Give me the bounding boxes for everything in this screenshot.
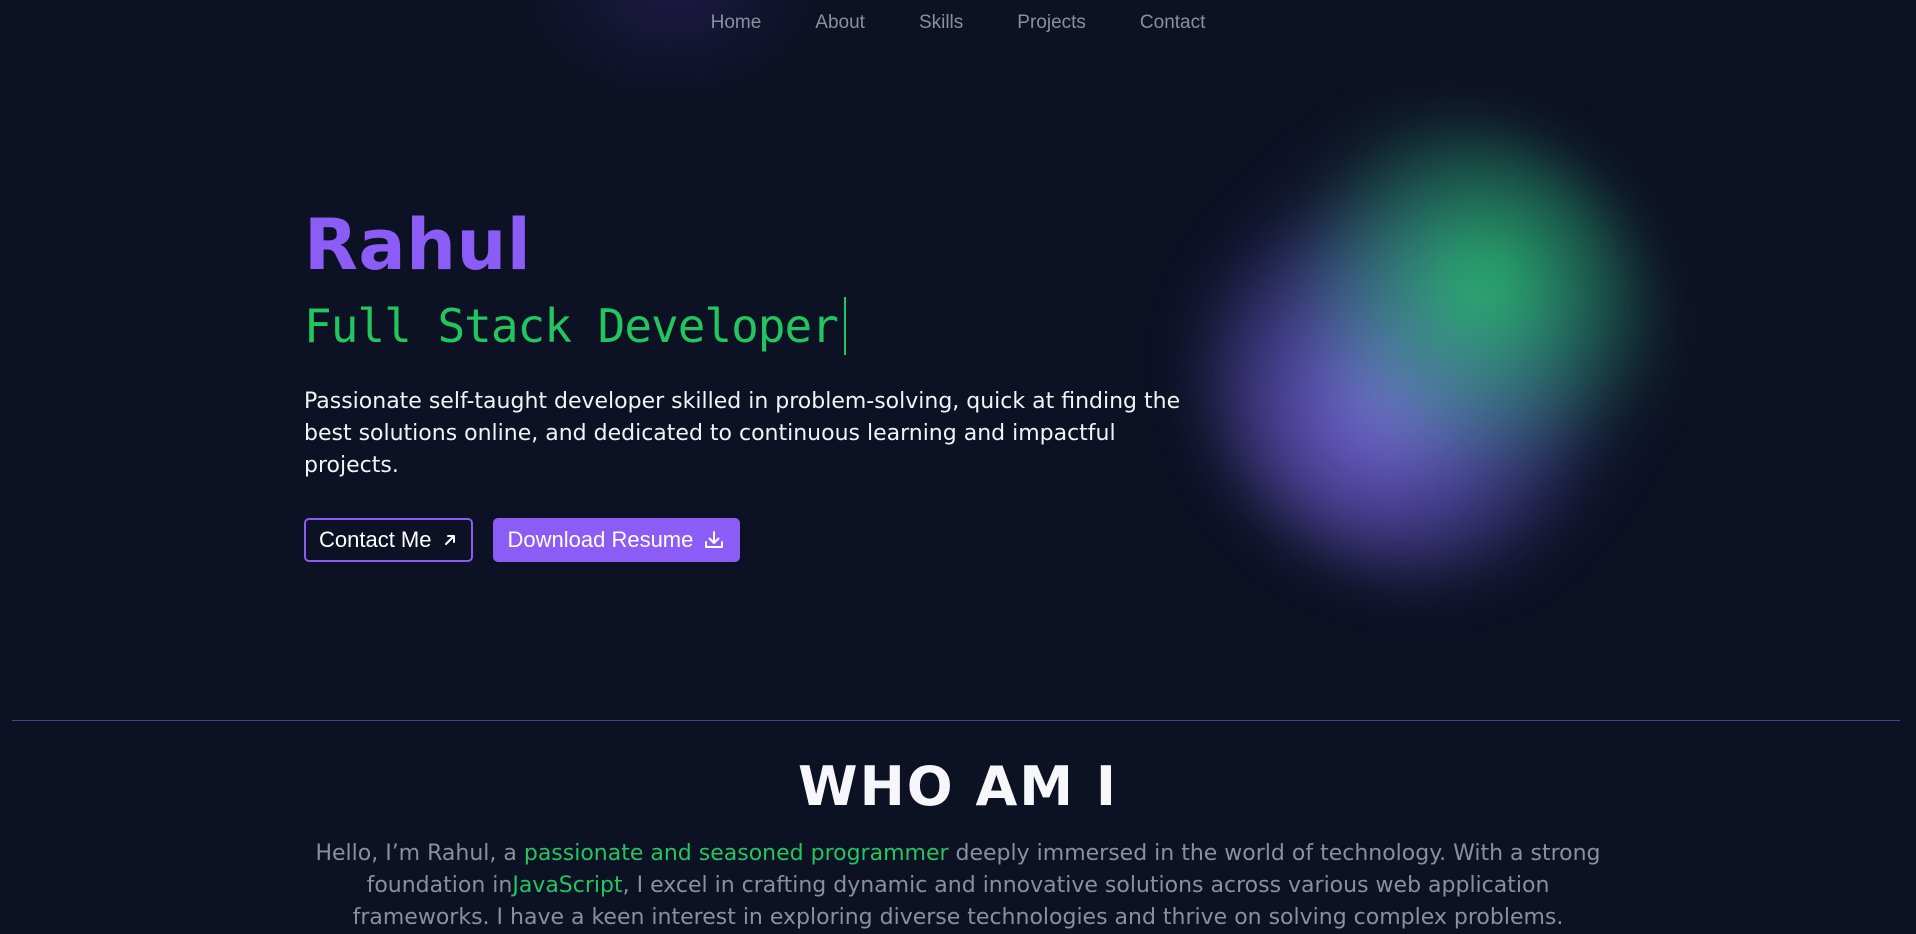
about-highlight-javascript: JavaScript [512, 873, 623, 898]
hero-gradient-orb [1200, 120, 1660, 580]
nav-item-about[interactable]: About [788, 12, 892, 34]
about-highlight-programmer: passionate and seasoned programmer [523, 841, 949, 866]
about-intro: Hello, I’m Rahul, a [315, 841, 524, 866]
contact-me-button[interactable]: Contact Me [304, 518, 473, 562]
hero-description: Passionate self-taught developer skilled… [304, 389, 1181, 478]
nav-item-contact[interactable]: Contact [1113, 12, 1232, 34]
nav-item-home[interactable]: Home [684, 12, 789, 34]
nav-item-projects[interactable]: Projects [990, 12, 1113, 34]
download-resume-button[interactable]: Download Resume [492, 518, 741, 562]
about-title: WHO AM I [798, 755, 1118, 818]
section-divider [12, 720, 1900, 721]
hero-name: Rahul [304, 204, 532, 286]
hero-section: Rahul Full Stack Developer Passionate se… [304, 200, 1184, 562]
hero-actions: Contact Me Download Resume [304, 518, 1184, 562]
hero-role: Full Stack Developer [304, 299, 839, 353]
hero-role-line: Full Stack Developer [304, 296, 1184, 356]
download-icon [703, 529, 725, 551]
contact-me-label: Contact Me [319, 527, 432, 552]
arrow-up-right-icon [442, 532, 458, 548]
nav-item-skills[interactable]: Skills [892, 12, 990, 34]
typing-caret [843, 297, 846, 355]
main-nav: Home About Skills Projects Contact [0, 0, 1916, 46]
download-resume-label: Download Resume [507, 527, 694, 552]
